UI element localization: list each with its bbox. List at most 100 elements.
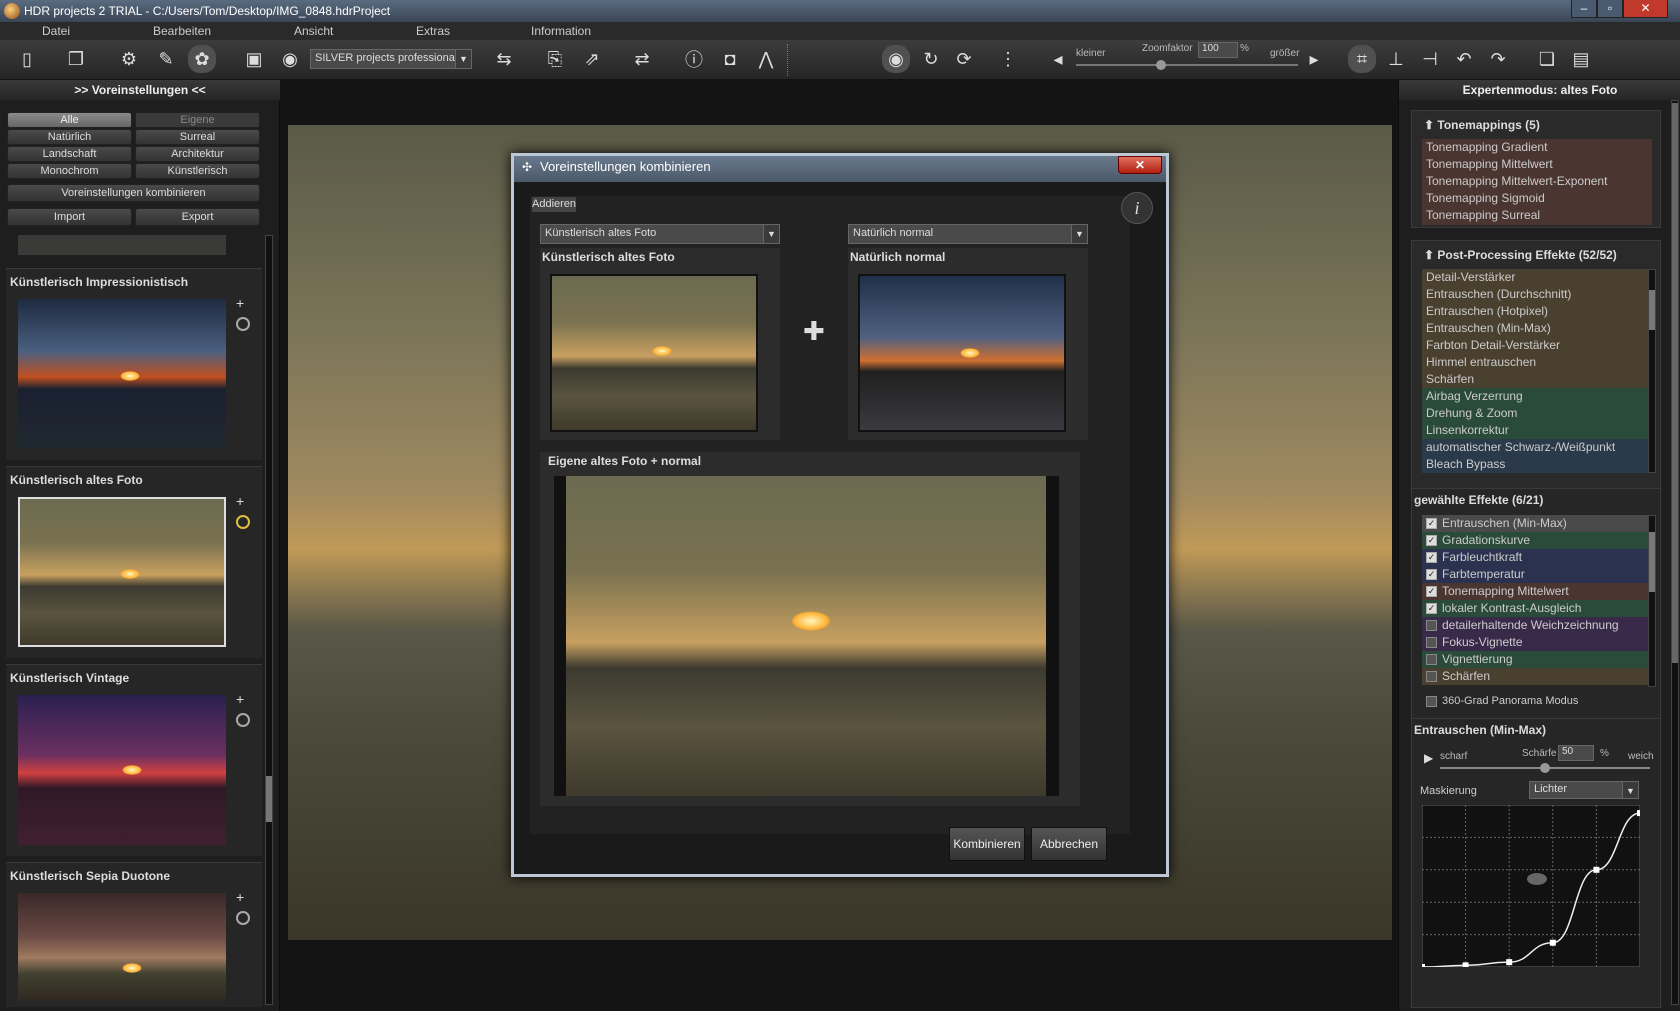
menu-datei[interactable]: Datei — [42, 24, 70, 38]
filter-artistic-button[interactable]: Künstlerisch — [135, 163, 260, 179]
filter-monochrome-button[interactable]: Monochrom — [7, 163, 132, 179]
checkbox[interactable]: ✓ — [1426, 603, 1437, 614]
checkbox[interactable]: ✓ — [1426, 586, 1437, 597]
curve-control-point[interactable] — [1506, 959, 1513, 966]
list-item[interactable]: Linsenkorrektur — [1422, 422, 1654, 439]
rotate-right-icon[interactable]: ↷ — [1484, 45, 1512, 73]
right-preset-select[interactable]: Natürlich normal ▼ — [848, 224, 1088, 244]
exif-icon[interactable]: ◘ — [716, 45, 744, 73]
checkbox[interactable]: ✓ — [1426, 535, 1437, 546]
zoom-input[interactable]: 100 — [1198, 42, 1238, 58]
checkbox[interactable] — [1426, 671, 1437, 682]
list-item[interactable]: Airbag Verzerrung — [1422, 388, 1654, 405]
combine-presets-button[interactable]: Voreinstellungen kombinieren — [7, 184, 260, 202]
align-right-icon[interactable]: ⊣ — [1416, 45, 1444, 73]
gradation-curve[interactable] — [1422, 805, 1640, 967]
checkbox[interactable] — [1426, 654, 1437, 665]
preview-eye-icon[interactable]: ◉ — [882, 45, 910, 73]
settings-icon[interactable]: ⚙ — [115, 45, 143, 73]
list-item[interactable]: Fokus-Vignette — [1422, 634, 1654, 651]
filter-architecture-button[interactable]: Architektur — [135, 146, 260, 162]
list-item[interactable]: ✓ Tonemapping Mittelwert — [1422, 583, 1654, 600]
add-icon[interactable]: + — [236, 493, 244, 509]
scrollbar-thumb[interactable] — [1649, 290, 1655, 330]
list-item[interactable]: Tonemapping Sigmoid — [1422, 190, 1652, 207]
combine-button[interactable]: Kombinieren — [949, 827, 1025, 861]
postprocessing-title[interactable]: ⬆ Post-Processing Effekte (52/52) — [1424, 248, 1617, 262]
filter-surreal-button[interactable]: Surreal — [135, 129, 260, 145]
edition-select[interactable]: SILVER projects professional ▼ — [310, 49, 472, 69]
list-item[interactable]: Bleach Bypass — [1422, 456, 1654, 473]
scrollbar-thumb[interactable] — [1672, 103, 1678, 663]
maximize-button[interactable]: ▫ — [1597, 0, 1623, 18]
list-item[interactable]: Schärfen — [1422, 668, 1654, 685]
copy-icon[interactable]: ❐ — [62, 45, 90, 73]
export-button[interactable]: Export — [135, 208, 260, 226]
save-icon[interactable]: ▣ — [240, 45, 268, 73]
add-icon[interactable]: + — [236, 889, 244, 905]
dialog-close-button[interactable]: ✕ — [1118, 156, 1162, 174]
minimize-button[interactable]: – — [1571, 0, 1597, 18]
list-item[interactable]: ✓ Gradationskurve — [1422, 532, 1654, 549]
sync-icon[interactable] — [236, 317, 250, 331]
export-icon[interactable]: ⎘ — [541, 45, 569, 73]
panorama-mode-option[interactable]: 360-Grad Panorama Modus — [1422, 693, 1654, 710]
masking-select[interactable]: Lichter ▼ — [1529, 781, 1639, 799]
list-item[interactable]: Tonemapping Mittelwert-Exponent — [1422, 173, 1652, 190]
curve-control-point[interactable] — [1422, 964, 1425, 967]
list-item[interactable]: ✓ Farbtemperatur — [1422, 566, 1654, 583]
window-icon[interactable]: ❏ — [1533, 45, 1561, 73]
split-view-icon[interactable]: ⋮ — [994, 45, 1022, 73]
list-item[interactable]: detailerhaltende Weichzeichnung — [1422, 617, 1654, 634]
selected-effects-scrollbar[interactable] — [1648, 515, 1656, 687]
preset-vintage[interactable]: Künstlerisch Vintage + — [6, 664, 262, 856]
presets-scrollbar[interactable] — [265, 235, 273, 1005]
curve-control-point[interactable] — [1637, 810, 1640, 817]
rotate-preview-icon[interactable]: ↻ — [917, 45, 945, 73]
add-icon[interactable]: + — [236, 295, 244, 311]
curve-control-point[interactable] — [1462, 962, 1469, 967]
close-button[interactable]: ✕ — [1623, 0, 1668, 18]
checkbox[interactable]: ✓ — [1426, 518, 1437, 529]
info-icon[interactable]: ⓘ — [680, 45, 708, 73]
filter-landscape-button[interactable]: Landschaft — [7, 146, 132, 162]
list-item[interactable]: Schärfen — [1422, 371, 1654, 388]
fullscreen-icon[interactable]: ▤ — [1567, 45, 1595, 73]
add-icon[interactable]: + — [236, 691, 244, 707]
palette-icon[interactable]: ✿ — [188, 45, 216, 73]
disc-icon[interactable]: ◉ — [276, 45, 304, 73]
list-item[interactable]: Entrauschen (Durchschnitt) — [1422, 286, 1654, 303]
compare-icon[interactable]: ⇄ — [628, 45, 656, 73]
list-item[interactable]: ✓ Entrauschen (Min-Max) — [1422, 515, 1654, 532]
curve-control-point[interactable] — [1549, 939, 1556, 946]
play-icon[interactable]: ▶ — [1424, 751, 1433, 765]
histogram-icon[interactable]: ⋀ — [752, 45, 780, 73]
crop-icon[interactable]: ⌗ — [1348, 45, 1376, 73]
sharpness-input[interactable]: 50 — [1558, 745, 1594, 761]
menu-extras[interactable]: Extras — [416, 24, 450, 38]
list-item[interactable]: Entrauschen (Hotpixel) — [1422, 303, 1654, 320]
list-item[interactable]: Tonemapping Surreal — [1422, 207, 1652, 224]
list-item[interactable]: Detail-Verstärker — [1422, 269, 1654, 286]
align-bottom-icon[interactable]: ⊥ — [1382, 45, 1410, 73]
preset-impressionistisch[interactable]: Künstlerisch Impressionistisch + — [6, 268, 262, 460]
zoom-slider[interactable] — [1076, 60, 1298, 70]
list-item[interactable]: Entrauschen (Min-Max) — [1422, 320, 1654, 337]
list-item[interactable]: Drehung & Zoom — [1422, 405, 1654, 422]
sharpness-slider[interactable] — [1440, 763, 1650, 773]
list-item[interactable]: Farbton Detail-Verstärker — [1422, 337, 1654, 354]
scrollbar-thumb[interactable] — [1649, 532, 1655, 592]
list-item[interactable]: ✓ Farbleuchtkraft — [1422, 549, 1654, 566]
info-icon[interactable]: i — [1121, 192, 1153, 224]
redo-icon[interactable]: ⟳ — [950, 45, 978, 73]
add-mode-tab[interactable]: Addieren — [531, 196, 577, 213]
menu-ansicht[interactable]: Ansicht — [294, 24, 333, 38]
menu-bearbeiten[interactable]: Bearbeiten — [153, 24, 211, 38]
zoom-slider-thumb[interactable] — [1156, 60, 1166, 70]
sync-icon[interactable] — [236, 911, 250, 925]
filter-natural-button[interactable]: Natürlich — [7, 129, 132, 145]
rotate-left-icon[interactable]: ↶ — [1450, 45, 1478, 73]
new-file-icon[interactable]: ▯ — [13, 45, 41, 73]
checkbox[interactable] — [1426, 696, 1437, 707]
tonemappings-title[interactable]: ⬆ Tonemappings (5) — [1424, 118, 1540, 132]
